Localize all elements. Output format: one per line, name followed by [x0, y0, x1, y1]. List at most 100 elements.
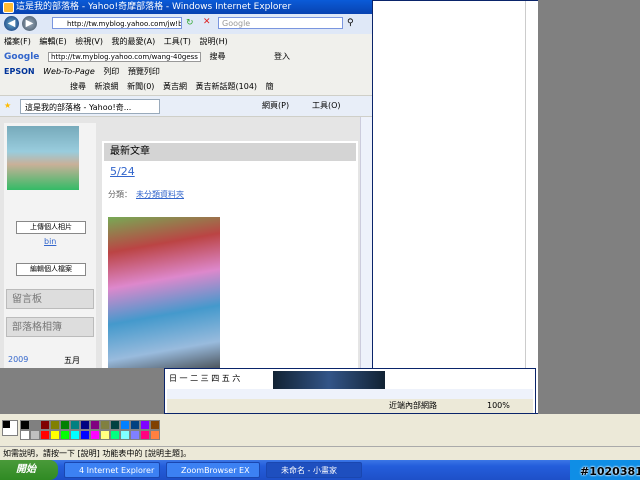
- zoom-label[interactable]: 100%: [487, 399, 510, 413]
- favorites-star-icon[interactable]: ★: [4, 96, 11, 116]
- color-swatch[interactable]: [100, 420, 110, 430]
- start-button[interactable]: 開始: [0, 460, 58, 480]
- horizontal-scrollbar[interactable]: [167, 389, 533, 399]
- simplified-button[interactable]: 簡: [266, 82, 274, 91]
- app-icon: [3, 2, 14, 13]
- menu-view[interactable]: 檢視(V): [75, 37, 103, 46]
- epson-logo: EPSON: [4, 67, 35, 76]
- paint-palette: [0, 414, 640, 446]
- current-colors[interactable]: [2, 420, 18, 436]
- ie-window: 這是我的部落格 - Yahoo!奇摩部落格 - Windows Internet…: [0, 0, 374, 368]
- color-swatch[interactable]: [150, 420, 160, 430]
- color-swatch[interactable]: [110, 430, 120, 440]
- window-title: 這是我的部落格 - Yahoo!奇摩部落格 - Windows Internet…: [16, 2, 292, 12]
- color-swatch[interactable]: [60, 430, 70, 440]
- address-row: ◀ ▶ http://tw.myblog.yahoo.com/jw!bYr ↻ …: [0, 14, 372, 34]
- tools-menu[interactable]: 工具(O): [312, 96, 341, 116]
- menu-help[interactable]: 說明(H): [199, 37, 227, 46]
- color-swatch[interactable]: [30, 420, 40, 430]
- forward-icon[interactable]: ▶: [22, 16, 37, 31]
- color-swatch[interactable]: [50, 420, 60, 430]
- task-paint[interactable]: 未命名 - 小畫家: [266, 462, 362, 478]
- color-swatch[interactable]: [100, 430, 110, 440]
- tab-blog[interactable]: 這是我的部落格 - Yahoo!奇...: [20, 99, 160, 114]
- color-swatch[interactable]: [90, 430, 100, 440]
- refresh-icon[interactable]: ↻: [186, 18, 194, 28]
- weekday: 五: [221, 374, 230, 383]
- post-photo-bottom: [273, 371, 385, 389]
- weather-button[interactable]: 黃吉網: [163, 82, 187, 91]
- weekday: 一: [179, 374, 188, 383]
- upload-photo-button[interactable]: 上傳個人相片: [16, 221, 86, 234]
- main-column: 最新文章 5/24 分類： 未分類資料夾: [102, 141, 358, 368]
- stop-icon[interactable]: ✕: [203, 17, 211, 27]
- page-menu[interactable]: 網頁(P): [262, 96, 289, 116]
- weekday: 四: [211, 374, 220, 383]
- google-search-button[interactable]: 搜尋: [210, 52, 226, 61]
- news-button[interactable]: 新浪網: [95, 82, 119, 91]
- color-swatch[interactable]: [90, 420, 100, 430]
- color-swatch[interactable]: [20, 420, 30, 430]
- page-content: 上傳個人相片 bin 編輯個人檔案 留言板 部落格相簿 2009 五月 最新文章…: [0, 117, 360, 368]
- print-button[interactable]: 列印: [103, 67, 119, 76]
- color-swatch[interactable]: [140, 430, 150, 440]
- title-bar[interactable]: 這是我的部落格 - Yahoo!奇摩部落格 - Windows Internet…: [0, 0, 372, 14]
- google-url-field[interactable]: http://tw.myblog.yahoo.com/wang-40gess: [47, 52, 201, 62]
- edit-profile-button[interactable]: 編輯個人檔案: [16, 263, 86, 276]
- news-count-button[interactable]: 新聞(0): [127, 82, 154, 91]
- blog-sidebar: 上傳個人相片 bin 編輯個人檔案 留言板 部落格相簿 2009 五月: [4, 123, 96, 368]
- watermark-text: #1020381: [580, 465, 640, 478]
- color-swatch[interactable]: [110, 420, 120, 430]
- photos-box[interactable]: 部落格相簿: [6, 317, 94, 337]
- color-swatch[interactable]: [40, 430, 50, 440]
- ie-status-bar: 近端內部網路 100%: [167, 399, 533, 413]
- menu-favorites[interactable]: 我的最愛(A): [112, 37, 156, 46]
- color-swatch[interactable]: [140, 420, 150, 430]
- post-photo: [108, 217, 220, 368]
- yahoo-toolbar: 搜尋 新浪網 新聞(0) 黃吉網 黃吉新話題(104) 簡: [0, 79, 372, 96]
- category-link[interactable]: 未分類資料夾: [136, 189, 184, 200]
- address-input[interactable]: http://tw.myblog.yahoo.com/jw!bYr: [52, 17, 182, 29]
- color-swatch[interactable]: [130, 420, 140, 430]
- color-swatch[interactable]: [40, 420, 50, 430]
- taskbar: 開始 4 Internet Explorer ZoomBrowser EX 未命…: [0, 460, 640, 480]
- color-swatch[interactable]: [150, 430, 160, 440]
- google-logo: Google: [4, 52, 40, 62]
- weekday: 六: [232, 374, 241, 383]
- weekday: 三: [200, 374, 209, 383]
- menu-file[interactable]: 檔案(F): [4, 37, 31, 46]
- color-swatch[interactable]: [80, 420, 90, 430]
- color-swatch[interactable]: [30, 430, 40, 440]
- color-swatch[interactable]: [120, 420, 130, 430]
- back-icon[interactable]: ◀: [4, 16, 19, 31]
- menu-tools[interactable]: 工具(T): [164, 37, 191, 46]
- month-label: 五月: [64, 356, 80, 365]
- task-ie[interactable]: 4 Internet Explorer: [64, 462, 160, 478]
- year-link[interactable]: 2009: [8, 355, 28, 364]
- guestbook-box[interactable]: 留言板: [6, 289, 94, 309]
- weekday: 二: [190, 374, 199, 383]
- print-preview-button[interactable]: 預覽列印: [128, 67, 160, 76]
- color-swatch[interactable]: [80, 430, 90, 440]
- color-swatch[interactable]: [120, 430, 130, 440]
- yahoo-search-button[interactable]: 搜尋: [70, 82, 86, 91]
- color-swatch[interactable]: [20, 430, 30, 440]
- web-to-page-button[interactable]: Web-To-Page: [43, 67, 95, 76]
- menu-edit[interactable]: 編輯(E): [39, 37, 66, 46]
- login-button[interactable]: 登入: [274, 52, 290, 61]
- username-link[interactable]: bin: [44, 237, 56, 246]
- color-swatch[interactable]: [70, 430, 80, 440]
- calendar-weekdays: 日 一 二 三 四 五 六: [169, 371, 265, 387]
- task-zoombrowser[interactable]: ZoomBrowser EX: [166, 462, 260, 478]
- google-search-input[interactable]: Google: [218, 17, 343, 29]
- topics-button[interactable]: 黃吉新話題(104): [196, 82, 258, 91]
- color-swatch[interactable]: [50, 430, 60, 440]
- post-title-link[interactable]: 5/24: [110, 165, 135, 178]
- search-icon[interactable]: ⚲: [347, 18, 354, 28]
- section-title: 最新文章: [104, 143, 356, 161]
- color-swatch[interactable]: [70, 420, 80, 430]
- tab-row: ★ 這是我的部落格 - Yahoo!奇... 網頁(P) 工具(O): [0, 96, 372, 117]
- color-swatch[interactable]: [60, 420, 70, 430]
- right-scrollbar[interactable]: [525, 1, 538, 413]
- color-swatch[interactable]: [130, 430, 140, 440]
